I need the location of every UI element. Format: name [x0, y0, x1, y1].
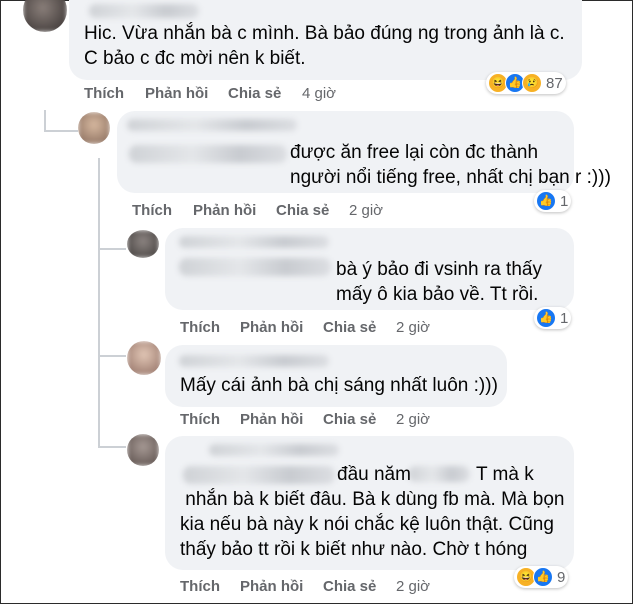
commenter-name-blurred[interactable] [127, 119, 297, 131]
commenter-name-blurred[interactable] [209, 444, 339, 456]
thread-line [44, 110, 46, 130]
comment-text: được ăn free lại còn đc thành người nổi … [290, 142, 611, 188]
like-link[interactable]: Thích [180, 578, 220, 595]
timestamp[interactable]: 2 giờ [396, 578, 430, 595]
like-reaction-icon: 👍 [533, 567, 553, 587]
like-link[interactable]: Thích [132, 202, 172, 219]
comment-bubble: Hic. Vừa nhắn bà c mình. Bà bảo đúng ng … [69, 0, 582, 80]
commenter-name-blurred[interactable] [129, 145, 287, 163]
comment-bubble: đầu năm nhắn bà k biết đâu. Bà k dùng fb… [165, 436, 574, 570]
thread-line [98, 248, 126, 250]
share-link[interactable]: Chia sẻ [323, 319, 376, 336]
comment-text-tail: T mà k [476, 464, 534, 485]
thread-line [44, 130, 78, 132]
reply-link[interactable]: Phản hồi [240, 319, 303, 336]
comment-bubble: Mấy cái ảnh bà chị sáng nhất luôn :))) [165, 345, 507, 407]
avatar[interactable] [78, 112, 110, 144]
like-link[interactable]: Thích [84, 85, 124, 102]
avatar[interactable] [127, 434, 159, 466]
timestamp[interactable]: 2 giờ [396, 319, 430, 336]
sad-reaction-icon: 😢 [522, 73, 542, 93]
reaction-summary[interactable]: 👍 1 [534, 190, 572, 212]
comment-text: Mấy cái ảnh bà chị sáng nhất luôn :))) [180, 375, 498, 396]
avatar[interactable] [127, 230, 159, 258]
comment-text: bà ý bảo đi vsinh ra thấy mấy ô kia bảo … [336, 259, 542, 305]
thread-line [98, 355, 126, 357]
like-link[interactable]: Thích [180, 411, 220, 428]
reaction-summary[interactable]: 👍 1 [534, 307, 572, 329]
commenter-name-blurred[interactable] [89, 4, 199, 18]
reaction-summary[interactable]: 😆 👍 9 [514, 566, 569, 588]
reaction-summary[interactable]: 😆 👍 😢 87 [486, 72, 566, 94]
reply-link[interactable]: Phản hồi [145, 85, 208, 102]
commenter-name-blurred[interactable] [179, 355, 329, 367]
reaction-count: 9 [557, 568, 566, 586]
timestamp[interactable]: 2 giờ [396, 411, 430, 428]
avatar[interactable] [127, 341, 161, 375]
reaction-count: 1 [560, 192, 569, 210]
commenter-name-blurred[interactable] [179, 258, 331, 276]
like-link[interactable]: Thích [180, 319, 220, 336]
reaction-count: 1 [560, 309, 569, 327]
share-link[interactable]: Chia sẻ [323, 411, 376, 428]
like-reaction-icon: 👍 [536, 191, 556, 211]
comment-bubble: bà ý bảo đi vsinh ra thấy mấy ô kia bảo … [165, 228, 574, 310]
timestamp[interactable]: 2 giờ [349, 202, 383, 219]
reaction-count: 87 [546, 74, 563, 92]
comment-bubble: được ăn free lại còn đc thành người nổi … [117, 111, 611, 193]
share-link[interactable]: Chia sẻ [228, 85, 281, 102]
thread-line [98, 158, 100, 448]
share-link[interactable]: Chia sẻ [323, 578, 376, 595]
reply-link[interactable]: Phản hồi [193, 202, 256, 219]
timestamp[interactable]: 4 giờ [302, 85, 336, 102]
share-link[interactable]: Chia sẻ [276, 202, 329, 219]
like-reaction-icon: 👍 [536, 308, 556, 328]
reply-link[interactable]: Phản hồi [240, 578, 303, 595]
commenter-name-blurred[interactable] [179, 236, 329, 248]
thread-line [98, 446, 126, 448]
avatar[interactable] [23, 0, 67, 32]
comment-text: Hic. Vừa nhắn bà c mình. Bà bảo đúng ng … [84, 23, 565, 69]
reply-link[interactable]: Phản hồi [240, 411, 303, 428]
